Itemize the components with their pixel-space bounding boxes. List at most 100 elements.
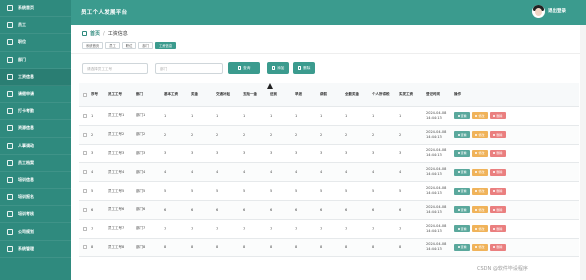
menu-icon [7,22,13,29]
value-cell: 2 [320,132,323,137]
tag-1[interactable]: 员工 [105,42,120,49]
value-cell: 7 [164,226,167,231]
batch-delete-button[interactable]: 删除 [293,62,315,74]
registered-time-cell: 2024-04-08 14:44:13 [426,130,454,140]
delete-button[interactable]: 删除 [489,187,506,195]
value-cell: 6 [295,207,298,212]
sidebar-item-2[interactable]: 职位 [0,34,71,52]
tag-0[interactable]: 系统首页 [82,42,104,49]
sidebar-item-3[interactable]: 部门 [0,52,71,69]
row-checkbox[interactable] [83,132,87,137]
tag-4[interactable]: 工资信息 [154,42,177,49]
value-cell: 2 [399,132,402,137]
trash-icon [493,114,496,117]
row-checkbox[interactable] [83,245,87,250]
sidebar-item-13[interactable]: 公司规划 [0,223,71,241]
row-checkbox[interactable] [83,170,87,175]
row-number: 1 [91,113,94,118]
breadcrumb-home[interactable]: 首页 [90,30,100,37]
avatar[interactable] [532,5,545,18]
page-scrollbar[interactable] [580,25,586,280]
edit-button[interactable]: 修改 [471,149,489,157]
logout-button[interactable]: 退出登录 [548,8,566,14]
employee-id-cell: 员工工号8 [108,244,125,249]
edit-button-label: 修改 [478,207,485,212]
view-button-label: 查看 [460,226,467,231]
value-cell: 6 [345,207,348,212]
delete-button[interactable]: 删除 [489,206,506,214]
delete-button-label: 删除 [496,151,503,156]
view-button[interactable]: 查看 [454,206,471,214]
eye-icon [457,133,460,136]
registered-clock: 14:44:13 [426,228,442,233]
employee-id-search-input[interactable]: 请选择员工工号 [82,63,148,74]
row-checkbox[interactable] [83,113,87,118]
row-checkbox[interactable] [83,189,87,194]
row-checkbox[interactable] [83,151,87,156]
table-row: 2 员工工号2 部门2 2 2 2 2 2 2 2 2 2 2 2024-04-08 14:44:13 查看 修… [79,125,579,145]
value-cell: 8 [295,245,298,250]
view-button[interactable]: 查看 [454,149,471,157]
delete-button-label: 删除 [496,132,503,137]
value-cell: 5 [399,189,402,194]
column-header: 操作 [454,92,461,96]
delete-button[interactable]: 删除 [489,112,506,120]
sidebar-item-9[interactable]: 员工档案 [0,155,71,172]
table-row: 6 员工工号6 部门6 6 6 6 6 6 6 6 6 6 6 2024-04-08 14:44:13 查看 修… [79,200,579,220]
value-cell: 3 [320,151,323,156]
sidebar-item-label: 培训信息 [18,176,34,182]
sidebar-item-7[interactable]: 资源信息 [0,120,71,138]
sidebar-item-11[interactable]: 培训报名 [0,189,71,207]
delete-button[interactable]: 删除 [489,243,506,251]
view-button[interactable]: 查看 [454,187,471,195]
sidebar-item-10[interactable]: 培训信息 [0,172,71,190]
row-number: 8 [91,245,94,250]
value-cell: 4 [345,170,348,175]
delete-button[interactable]: 删除 [489,168,506,176]
row-checkbox-cell [79,245,91,250]
value-cell: 7 [191,226,194,231]
select-all-checkbox[interactable] [83,92,87,97]
sidebar-item-0[interactable]: 系统首页 [0,0,71,18]
view-button[interactable]: 查看 [454,131,471,139]
sidebar-item-14[interactable]: 系统管理 [0,241,71,258]
sidebar-item-5[interactable]: 请假申请 [0,86,71,104]
query-button[interactable]: 查询 [228,62,260,74]
view-button[interactable]: 查看 [454,168,471,176]
edit-button[interactable]: 修改 [471,243,489,251]
edit-button[interactable]: 修改 [471,112,489,120]
department-search-input[interactable]: 部门 [155,63,223,74]
registered-clock: 14:44:13 [426,153,442,158]
view-button[interactable]: 查看 [454,243,471,251]
sidebar-item-1[interactable]: 员工 [0,17,71,35]
value-cell: 5 [372,189,375,194]
value-cell: 5 [216,189,219,194]
delete-button[interactable]: 删除 [489,149,506,157]
row-checkbox[interactable] [83,226,87,231]
tag-2[interactable]: 职位 [121,42,137,49]
view-button[interactable]: 查看 [454,225,471,233]
edit-button[interactable]: 修改 [471,168,489,176]
value-cell: 7 [270,226,273,231]
value-cell: 4 [270,170,273,175]
view-button[interactable]: 查看 [454,112,471,120]
home-icon [82,31,87,36]
sidebar-item-6[interactable]: 打卡考勤 [0,103,71,121]
delete-button[interactable]: 删除 [489,131,506,139]
edit-button[interactable]: 修改 [471,131,489,139]
edit-button[interactable]: 修改 [471,187,489,195]
app-title: 员工个人发展平台 [81,10,128,16]
edit-button-label: 修改 [478,226,485,231]
main-panel: 首页 / 工资信息 系统首页 员工 职位 部门 工资信息 请选择员工工号 部门 查询 添… [71,25,586,280]
row-checkbox[interactable] [83,207,87,212]
view-button-label: 查看 [460,151,467,156]
sidebar-item-8[interactable]: 人事调动 [0,138,71,155]
sidebar-item-4[interactable]: 工资信息 [0,68,71,86]
edit-button[interactable]: 修改 [471,206,489,214]
table-row: 1 员工工号1 部门1 1 1 1 1 1 1 1 1 1 1 2024-04-08 14:44:13 查看 修… [79,107,579,126]
add-button[interactable]: 添加 [267,62,289,74]
sidebar-item-12[interactable]: 培训考核 [0,206,71,224]
tag-3[interactable]: 部门 [138,42,153,49]
delete-button[interactable]: 删除 [489,225,506,233]
edit-button[interactable]: 修改 [471,225,489,233]
